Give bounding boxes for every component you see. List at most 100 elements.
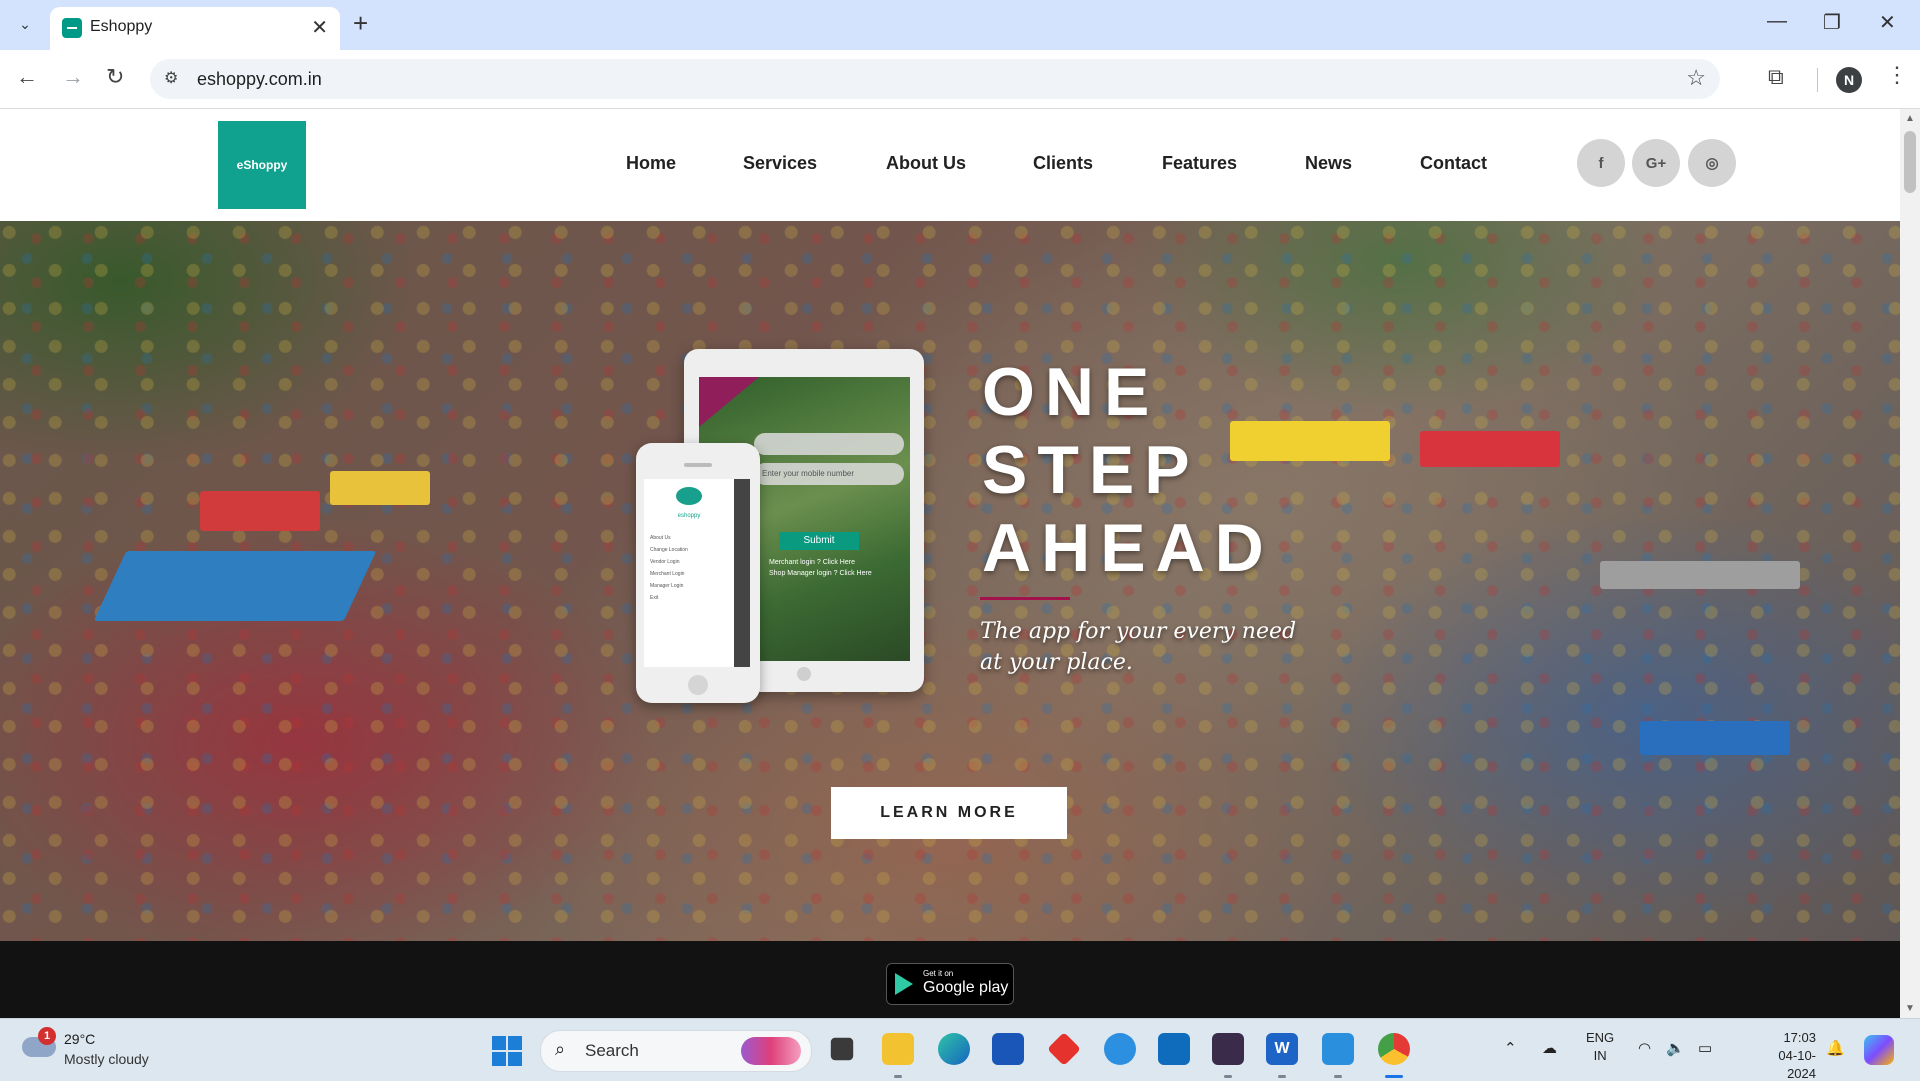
forward-arrow-icon[interactable]: → (62, 64, 84, 90)
hero-title-line: AHEAD (982, 510, 1274, 586)
volume-icon[interactable]: 🔈 (1666, 1039, 1685, 1057)
nav-services[interactable]: Services (743, 153, 817, 174)
page-scrollbar[interactable]: ▲ ▼ (1900, 109, 1920, 1018)
market-sign (330, 471, 430, 505)
nav-about-us[interactable]: About Us (886, 153, 966, 174)
hero-tagline: The app for your every need at your plac… (980, 619, 1297, 675)
notification-bell-icon[interactable]: 🔔 (1826, 1039, 1845, 1057)
taskbar-search[interactable]: ⌕ Search (540, 1030, 812, 1072)
browser-toolbar: ← → ↻ ⚙ eshoppy.com.in ☆ ⧉ N ⋮ (0, 50, 1920, 109)
app-download-strip: Get it on Google play (0, 941, 1900, 1018)
input-language[interactable]: ENG IN (1586, 1029, 1614, 1065)
nav-news[interactable]: News (1305, 153, 1352, 174)
scrollbar-thumb[interactable] (1904, 131, 1916, 193)
hero-title: ONE STEP AHEAD (982, 353, 1274, 587)
nav-clients[interactable]: Clients (1033, 153, 1093, 174)
tab-search-chevron-icon[interactable]: ⌄ (10, 9, 40, 39)
phone-menu-item: About Us (650, 535, 671, 541)
browser-menu-icon[interactable]: ⋮ (1886, 62, 1908, 88)
learn-more-button[interactable]: LEARN MORE (831, 787, 1067, 839)
scroll-up-arrow-icon[interactable]: ▲ (1905, 113, 1915, 124)
minimize-button[interactable]: — (1767, 10, 1787, 33)
onedrive-cloud-icon[interactable]: ☁ (1542, 1039, 1557, 1057)
url-text[interactable]: eshoppy.com.in (197, 69, 322, 90)
nav-features[interactable]: Features (1162, 153, 1237, 174)
phone-menu-item: Change Location (650, 547, 688, 553)
file-explorer-icon[interactable] (882, 1033, 914, 1065)
microsoft-store-icon[interactable] (992, 1033, 1024, 1065)
nav-contact[interactable]: Contact (1420, 153, 1487, 174)
new-tab-button[interactable]: + (353, 10, 368, 36)
extensions-puzzle-icon[interactable]: ⧉ (1768, 64, 1784, 90)
browser-tab-eshoppy[interactable]: Eshoppy ✕ (50, 7, 340, 50)
task-view-icon[interactable] (830, 1037, 854, 1061)
market-sign (200, 491, 320, 531)
site-logo[interactable]: eShoppy (218, 121, 306, 209)
tablet-manager-link: Shop Manager login ? Click Here (769, 570, 872, 577)
search-icon: ⌕ (555, 1039, 566, 1059)
market-awning (1420, 431, 1560, 467)
app-active-indicator (1385, 1075, 1403, 1078)
tablet-submit-button: Submit (779, 532, 859, 550)
chrome-icon[interactable] (1378, 1033, 1410, 1065)
phone-home-button (688, 675, 708, 695)
word-icon[interactable]: W (1266, 1033, 1298, 1065)
search-highlight-image (741, 1037, 801, 1065)
phone-menu-item: Vendor Login (650, 559, 680, 565)
weather-alert-badge: 1 (38, 1027, 56, 1045)
clock-date: 04-10-2024 (1778, 1048, 1816, 1081)
nav-home[interactable]: Home (626, 153, 676, 174)
edge-browser-icon[interactable] (938, 1033, 970, 1065)
weather-temperature[interactable]: 29°C (64, 1031, 95, 1047)
outlook-icon[interactable] (1158, 1033, 1190, 1065)
web-page: eShoppy Home Services About Us Clients F… (0, 109, 1900, 1018)
market-awning (93, 551, 377, 621)
market-awning (1600, 561, 1800, 589)
google-play-badge[interactable]: Get it on Google play (886, 963, 1014, 1005)
address-bar[interactable]: ⚙ eshoppy.com.in ☆ (150, 59, 1720, 99)
windows-start-icon[interactable] (492, 1036, 522, 1066)
weather-condition[interactable]: Mostly cloudy (64, 1051, 149, 1067)
phone-menu-item: Exit (650, 595, 659, 601)
profile-avatar[interactable]: N (1836, 67, 1862, 93)
hero-title-line: STEP (982, 432, 1200, 508)
tablet-mobile-field: Enter your mobile number (754, 463, 904, 485)
system-clock[interactable]: 17:03 04-10-2024 (1766, 1029, 1816, 1083)
close-window-button[interactable]: ✕ (1879, 10, 1896, 35)
tablet-screen-accent (699, 377, 759, 427)
app-running-indicator (1334, 1075, 1342, 1078)
tab-title: Eshoppy (90, 18, 153, 35)
wifi-icon[interactable]: ◠ (1638, 1039, 1651, 1057)
facebook-icon[interactable]: f (1577, 139, 1625, 187)
anydesk-icon[interactable] (1047, 1032, 1081, 1066)
battery-icon[interactable]: ▭ (1698, 1039, 1712, 1057)
bookmark-star-icon[interactable]: ☆ (1686, 65, 1706, 91)
back-arrow-icon[interactable]: ← (16, 64, 38, 90)
tablet-merchant-link: Merchant login ? Click Here (769, 559, 855, 566)
phone-screen-side (734, 479, 750, 667)
toolbar-divider (1817, 68, 1818, 92)
vscode-icon[interactable] (1322, 1033, 1354, 1065)
tab-close-icon[interactable]: ✕ (311, 15, 328, 40)
scroll-down-arrow-icon[interactable]: ▼ (1905, 1003, 1915, 1014)
pixelated-app-icon[interactable] (1212, 1033, 1244, 1065)
helper-app-icon[interactable] (1104, 1033, 1136, 1065)
copilot-icon[interactable] (1864, 1035, 1894, 1065)
app-running-indicator (1224, 1075, 1232, 1078)
clock-time: 17:03 (1783, 1030, 1816, 1045)
hero-accent-line (980, 597, 1070, 600)
google-plus-icon[interactable]: G+ (1632, 139, 1680, 187)
browser-tab-strip: ⌄ Eshoppy ✕ + — ❐ ✕ (0, 0, 1920, 50)
reload-icon[interactable]: ↻ (106, 64, 124, 90)
site-info-icon[interactable]: ⚙ (164, 68, 178, 88)
market-awning (1640, 721, 1790, 755)
google-play-icon (895, 973, 913, 995)
tablet-home-button (797, 667, 811, 681)
phone-screen: eshoppy About Us Change Location Vendor … (644, 479, 750, 667)
hero-banner: Enter your mobile number Submit Merchant… (0, 221, 1900, 941)
tablet-input-field (754, 433, 904, 455)
instagram-icon[interactable]: ◎ (1688, 139, 1736, 187)
show-hidden-icons-chevron-icon[interactable]: ⌃ (1504, 1039, 1517, 1057)
lang-code: ENG (1586, 1030, 1615, 1045)
restore-button[interactable]: ❐ (1823, 10, 1841, 35)
